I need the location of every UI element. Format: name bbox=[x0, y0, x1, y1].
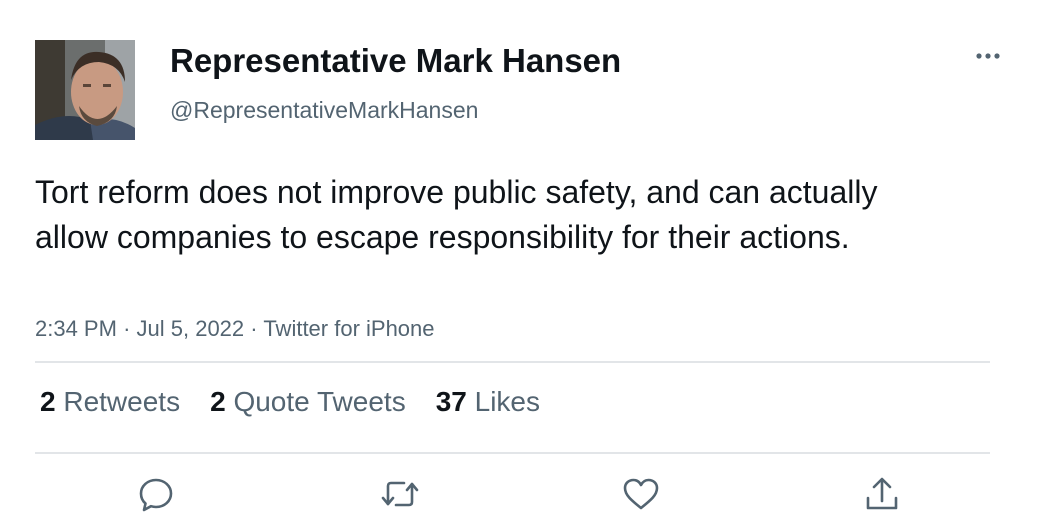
more-horizontal-icon bbox=[976, 53, 1000, 59]
tweet-card: Representative Mark Hansen @Representati… bbox=[0, 0, 1050, 525]
retweet-button[interactable] bbox=[380, 474, 420, 514]
meta-separator: · bbox=[123, 316, 137, 341]
reply-button[interactable] bbox=[136, 474, 176, 514]
retweets-label: Retweets bbox=[63, 386, 181, 417]
tweet-meta: 2:34 PM · Jul 5, 2022 · Twitter for iPho… bbox=[35, 316, 435, 342]
like-button[interactable] bbox=[621, 474, 661, 514]
retweet-icon bbox=[381, 481, 419, 507]
tweet-stats: 2 Retweets 2 Quote Tweets 37 Likes bbox=[40, 386, 570, 418]
retweets-stat[interactable]: 2 Retweets bbox=[40, 386, 180, 418]
likes-count: 37 bbox=[435, 386, 467, 417]
tweet-text: Tort reform does not improve public safe… bbox=[35, 174, 878, 255]
tweet-time[interactable]: 2:34 PM bbox=[35, 316, 117, 341]
quote-tweets-label: Quote Tweets bbox=[233, 386, 406, 417]
display-name[interactable]: Representative Mark Hansen bbox=[170, 42, 621, 80]
divider-top bbox=[35, 361, 990, 363]
meta-separator: · bbox=[250, 316, 264, 341]
tweet-source[interactable]: Twitter for iPhone bbox=[263, 316, 434, 341]
avatar-photo bbox=[35, 40, 135, 140]
quote-tweets-stat[interactable]: 2 Quote Tweets bbox=[210, 386, 406, 418]
reply-icon bbox=[139, 478, 173, 512]
retweets-count: 2 bbox=[40, 386, 56, 417]
user-handle[interactable]: @RepresentativeMarkHansen bbox=[170, 97, 478, 124]
share-icon bbox=[866, 477, 898, 510]
likes-stat[interactable]: 37 Likes bbox=[436, 386, 540, 418]
avatar[interactable] bbox=[35, 40, 135, 140]
divider-bottom bbox=[35, 452, 990, 454]
likes-label: Likes bbox=[474, 386, 541, 417]
quote-tweets-count: 2 bbox=[210, 386, 226, 417]
share-button[interactable] bbox=[862, 474, 902, 514]
tweet-date[interactable]: Jul 5, 2022 bbox=[137, 316, 245, 341]
heart-icon bbox=[623, 478, 659, 510]
more-options-button[interactable] bbox=[968, 40, 1008, 72]
